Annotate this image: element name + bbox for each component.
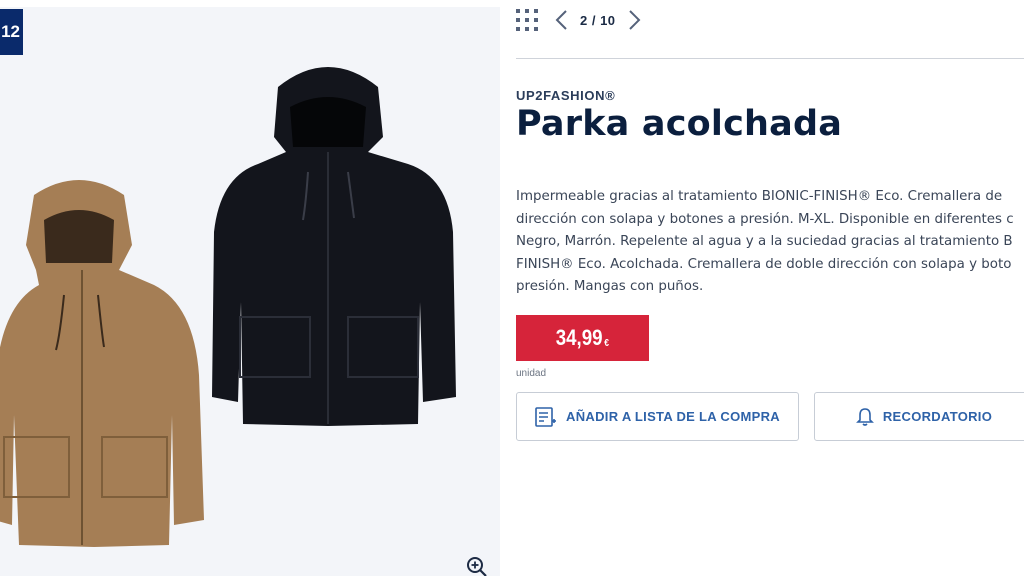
add-to-list-label: AÑADIR A LISTA DE LA COMPRA — [566, 409, 780, 424]
description-line: Negro, Marrón. Repelente al agua y a la … — [516, 234, 1013, 249]
zoom-in-icon[interactable] — [466, 556, 488, 576]
price-unit: unidad — [516, 368, 547, 379]
reminder-button[interactable]: RECORDATORIO — [814, 392, 1024, 441]
price-amount: 34,99 — [555, 325, 603, 350]
product-title: Parka acolchada — [516, 104, 843, 144]
product-navigation: 2 / 10 — [516, 7, 642, 33]
chevron-left-icon[interactable] — [554, 9, 570, 31]
brown-parka-image — [0, 180, 204, 547]
price-tag: 34,99 € — [516, 315, 649, 361]
description-line: presión. Mangas con puños. — [516, 279, 704, 294]
header-divider — [516, 58, 1024, 59]
grid-icon[interactable] — [516, 9, 538, 31]
product-brand: UP2FASHION® — [516, 88, 616, 103]
product-description: Impermeable gracias al tratamiento BIONI… — [516, 186, 1024, 299]
chevron-right-icon[interactable] — [626, 9, 642, 31]
product-image-panel[interactable]: 12 — [0, 7, 500, 576]
price-value: 34,99 € — [556, 315, 609, 367]
shopping-list-icon — [535, 406, 557, 427]
bell-icon — [855, 407, 874, 426]
image-badge: 12 — [0, 9, 23, 55]
add-to-shopping-list-button[interactable]: AÑADIR A LISTA DE LA COMPRA — [516, 392, 799, 441]
black-parka-image — [212, 67, 456, 426]
description-line: Impermeable gracias al tratamiento BIONI… — [516, 189, 1003, 204]
pager-indicator: 2 / 10 — [580, 12, 616, 28]
reminder-label: RECORDATORIO — [882, 409, 993, 424]
description-line: dirección con solapa y botones a presión… — [516, 211, 1014, 227]
price-currency: € — [604, 338, 610, 349]
description-line: FINISH® Eco. Acolchada. Cremallera de do… — [516, 256, 1012, 272]
